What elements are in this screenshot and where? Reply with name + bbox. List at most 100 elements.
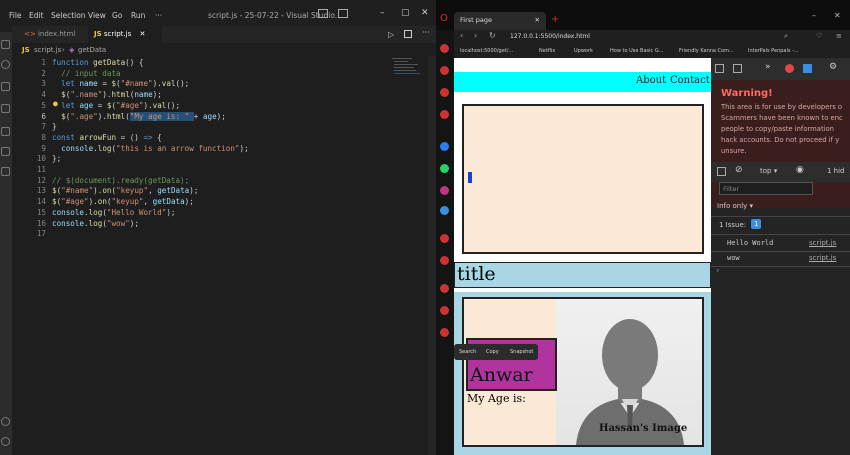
layout-sidebar-icon[interactable] — [338, 9, 348, 18]
history-icon[interactable] — [440, 284, 449, 293]
back-icon[interactable]: ‹ — [460, 31, 463, 40]
bookmark-icon[interactable] — [440, 306, 449, 315]
whatsapp-icon[interactable] — [440, 164, 449, 173]
minimap[interactable] — [392, 56, 422, 106]
eye-icon[interactable]: ◉ — [796, 165, 804, 175]
filter-input[interactable]: Filter — [719, 182, 813, 195]
line-number: 8 — [41, 132, 46, 142]
menu-selection[interactable]: Selection — [51, 11, 86, 20]
more-tabs-icon[interactable]: » — [765, 62, 771, 72]
new-tab-icon[interactable]: + — [551, 14, 559, 25]
inspect-icon[interactable] — [715, 64, 724, 73]
close-icon[interactable]: ✕ — [834, 11, 841, 20]
image-caption: Hassan's Image — [599, 423, 688, 434]
heart-icon[interactable]: ♡ — [816, 32, 822, 40]
gear-icon[interactable]: ⚙ — [829, 62, 837, 72]
line-number: 14 — [36, 197, 46, 207]
popup-copy-button[interactable]: Copy — [486, 349, 499, 355]
menu-file[interactable]: File — [9, 11, 22, 20]
issues-badge[interactable]: 1 — [751, 219, 762, 229]
close-tab-icon[interactable]: ✕ — [535, 16, 540, 24]
bookmark[interactable]: InterPals Penpals -... — [748, 48, 799, 54]
console-source-link[interactable]: script.js — [809, 239, 836, 247]
issues-label[interactable]: 1 Issue: — [719, 221, 746, 229]
bookmark[interactable]: localhost:5000/get/... — [460, 48, 513, 54]
source-control-icon[interactable] — [1, 82, 10, 91]
context-select[interactable]: top ▾ — [760, 167, 777, 175]
bookmark[interactable]: How to Use Basic G... — [610, 48, 664, 54]
filter-placeholder: Filter — [723, 185, 740, 193]
selection-popup: Search Copy Snapshot — [454, 344, 538, 360]
search-icon[interactable]: ⌕ — [784, 32, 788, 41]
sidebar-toggle-icon[interactable] — [717, 167, 726, 176]
reload-icon[interactable]: ↻ — [489, 31, 496, 40]
code-line: console.log("this is an arrow function")… — [61, 143, 249, 153]
layout-icon[interactable] — [318, 9, 328, 18]
console-prompt[interactable]: › — [716, 266, 720, 276]
minimize-icon[interactable]: – — [812, 11, 816, 20]
search-icon[interactable] — [1, 60, 10, 69]
popup-search-button[interactable]: Search — [459, 349, 476, 355]
more-actions-icon[interactable]: ··· — [422, 28, 430, 37]
url-field[interactable]: 127.0.0.1:5500/index.html — [510, 30, 750, 43]
line-number: 16 — [36, 218, 46, 228]
player-icon[interactable] — [440, 256, 449, 265]
menu-go[interactable]: Go — [112, 11, 122, 20]
instagram-icon[interactable] — [440, 186, 449, 195]
breadcrumb-symbol[interactable]: getData — [78, 46, 106, 54]
account-icon[interactable] — [1, 417, 10, 426]
gear-icon[interactable] — [1, 437, 10, 446]
bookmark[interactable]: Netflix — [539, 48, 555, 54]
facebook-messenger-icon[interactable] — [440, 142, 449, 151]
vk-icon[interactable] — [440, 234, 449, 243]
issues-icon[interactable] — [803, 64, 812, 73]
code-line: function getData() { — [52, 58, 144, 67]
forward-icon[interactable]: › — [474, 31, 477, 40]
twitch-icon[interactable] — [440, 110, 449, 119]
maximize-icon[interactable]: ▢ — [401, 8, 410, 18]
opera-logo-icon[interactable]: O — [440, 13, 448, 24]
device-toggle-icon[interactable] — [733, 64, 742, 73]
extensions-icon[interactable] — [1, 127, 10, 136]
nav-contact[interactable]: Contact — [670, 75, 710, 86]
bookmark[interactable]: Friendly Kanna Com... — [679, 48, 734, 54]
run-debug-icon[interactable] — [1, 104, 10, 113]
run-icon[interactable]: ▷ — [388, 30, 394, 39]
browser-tab[interactable]: First page ✕ — [454, 12, 546, 30]
line-number: 13 — [36, 186, 46, 196]
testing-icon[interactable] — [1, 167, 10, 176]
nav-about[interactable]: About — [636, 75, 666, 86]
close-tab-icon[interactable]: ✕ — [139, 30, 145, 38]
console-source-link[interactable]: script.js — [809, 254, 836, 262]
menu-more[interactable]: ··· — [155, 11, 162, 20]
home-icon[interactable] — [440, 44, 449, 53]
error-count-icon[interactable] — [785, 64, 794, 73]
popup-snapshot-button[interactable]: Snapshot — [510, 349, 533, 355]
tab-script-js[interactable]: JS script.js ✕ — [88, 26, 162, 43]
menu-run[interactable]: Run — [131, 11, 145, 20]
messenger-icon[interactable] — [440, 66, 449, 75]
editor-scrollbar[interactable] — [428, 56, 436, 455]
js-file-icon: JS — [94, 30, 102, 38]
text-cursor[interactable] — [468, 172, 472, 183]
log-levels-select[interactable]: Info only ▾ — [717, 202, 753, 210]
twitter-icon[interactable] — [440, 206, 449, 215]
explorer-icon[interactable] — [1, 40, 10, 49]
breadcrumb-file[interactable]: script.js — [34, 46, 61, 54]
code-editor[interactable]: 1 2 3 4 5 6 7 8 9 10 11 12 13 14 15 16 1… — [12, 56, 436, 455]
remote-icon[interactable] — [1, 147, 10, 156]
bag-icon[interactable] — [440, 88, 449, 97]
tab-index-html[interactable]: <> index.html — [18, 26, 88, 43]
menu-icon[interactable]: ≡ — [836, 32, 842, 40]
code-line: // $(document).ready(getData); — [52, 175, 190, 185]
minimize-icon[interactable]: – — [380, 8, 385, 18]
split-editor-icon[interactable] — [404, 30, 412, 38]
bookmark[interactable]: Upwork — [574, 48, 593, 54]
close-icon[interactable]: ✕ — [421, 8, 429, 18]
clear-console-icon[interactable]: ⊘ — [735, 165, 743, 175]
menu-edit[interactable]: Edit — [29, 11, 44, 20]
settings-icon[interactable] — [440, 328, 449, 337]
menu-view[interactable]: View — [88, 11, 106, 20]
devtools-toolbar: » ⚙ — [711, 58, 850, 80]
lightbulb-icon[interactable]: ● — [53, 99, 58, 108]
